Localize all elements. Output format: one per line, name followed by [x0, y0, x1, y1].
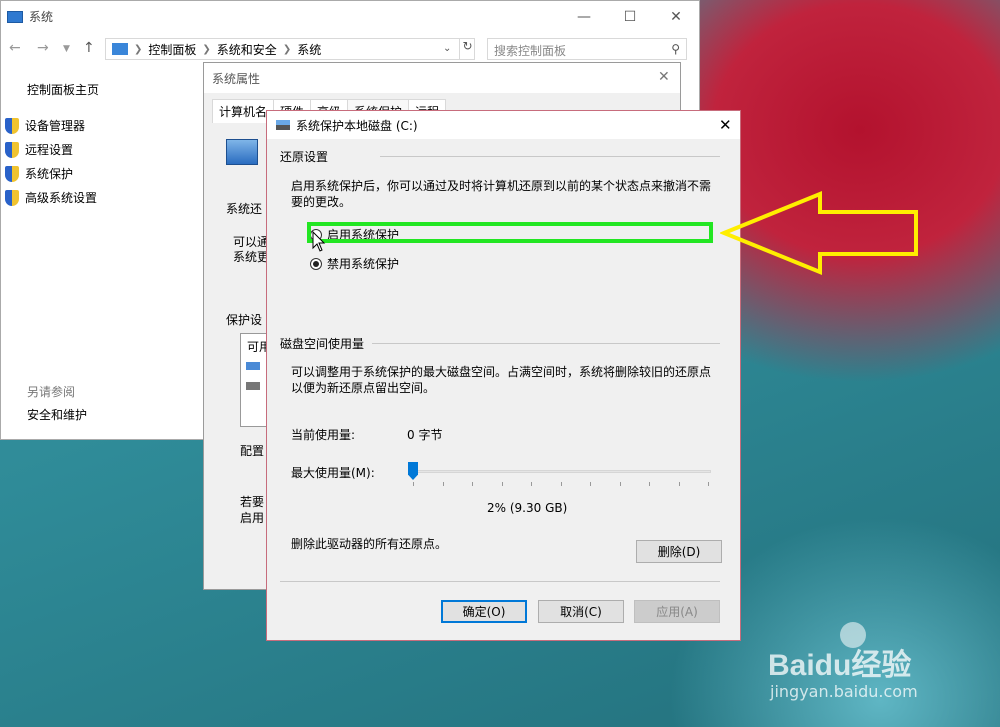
baidu-watermark: Baidu经验 jingyan.baidu.com	[768, 622, 968, 702]
current-usage-value: 0 字节	[407, 428, 443, 442]
restore-settings-heading: 还原设置	[280, 148, 328, 165]
breadcrumb-control-panel[interactable]: 控制面板	[148, 41, 196, 58]
slider-tick	[413, 482, 414, 486]
minimize-button[interactable]: —	[561, 1, 607, 32]
breadcrumb-system-security[interactable]: 系统和安全	[217, 41, 277, 58]
see-also-heading: 另请参阅	[27, 385, 76, 399]
partial-text: 系统还	[226, 202, 263, 216]
max-usage-slider[interactable]	[413, 470, 711, 473]
slider-tick	[708, 482, 709, 486]
search-icon: ⚲	[671, 42, 680, 56]
drive-icon	[246, 382, 260, 390]
back-icon[interactable]: ←	[9, 40, 21, 56]
slider-tick	[501, 482, 503, 486]
nav-system-protection[interactable]: 系统保护	[5, 165, 73, 182]
computer-icon	[7, 10, 23, 23]
nav-security-maintenance[interactable]: 安全和维护	[27, 406, 87, 423]
partial-text: 启用	[240, 511, 265, 525]
disk-usage-heading: 磁盘空间使用量	[280, 335, 364, 352]
ok-button[interactable]: 确定(O)	[441, 600, 527, 623]
breadcrumb-system[interactable]: 系统	[297, 41, 321, 58]
slider-tick	[590, 482, 591, 486]
drive-icon	[276, 120, 290, 130]
radio-disable[interactable]	[310, 257, 322, 270]
slider-tick	[649, 482, 650, 486]
current-usage-label: 当前使用量:	[291, 428, 356, 442]
control-panel-icon	[112, 43, 128, 55]
properties-title: 系统属性	[212, 71, 261, 86]
slider-tick	[531, 482, 532, 486]
slider-tick	[678, 482, 680, 486]
partial-text: 配置	[240, 444, 265, 458]
option-label: 禁用系统保护	[327, 257, 400, 271]
shield-icon	[5, 117, 19, 134]
dialog-titlebar: 系统保护本地磁盘 (C:)	[267, 111, 740, 139]
properties-titlebar: 系统属性	[204, 63, 680, 93]
divider	[372, 343, 720, 344]
max-usage-label: 最大使用量(M):	[291, 466, 375, 480]
partial-text: 若要	[240, 495, 265, 509]
address-bar[interactable]: ❯ 控制面板 ❯ 系统和安全 ❯ 系统	[105, 38, 475, 60]
slider-tick	[442, 482, 444, 486]
close-button[interactable]: ✕	[653, 1, 699, 32]
disable-protection-option[interactable]: 禁用系统保护	[310, 255, 399, 272]
shield-icon	[5, 189, 19, 206]
slider-tick	[472, 482, 473, 486]
shield-icon	[5, 141, 19, 158]
chevron-right-icon: ❯	[282, 43, 292, 55]
mouse-cursor-icon	[312, 231, 326, 252]
forward-icon[interactable]: →	[37, 40, 49, 56]
nav-label: 系统保护	[25, 167, 74, 181]
divider	[280, 581, 720, 582]
dialog-title: 系统保护本地磁盘 (C:)	[296, 118, 418, 133]
refresh-icon[interactable]: ↻	[459, 39, 475, 59]
chevron-down-icon[interactable]: ▼	[63, 44, 70, 54]
chevron-right-icon: ❯	[202, 43, 211, 55]
delete-description: 删除此驱动器的所有还原点。	[291, 537, 448, 551]
watermark-brand: Baidu经验	[768, 649, 912, 682]
search-placeholder: 搜索控制面板	[494, 44, 567, 58]
watermark-url: jingyan.baidu.com	[770, 682, 918, 701]
address-dropdown-icon[interactable]: ⌄	[443, 43, 451, 54]
tab-computer-name[interactable]: 计算机名	[212, 99, 275, 123]
nav-label: 远程设置	[25, 143, 74, 157]
shield-icon	[5, 165, 19, 182]
maximize-button[interactable]: ☐	[607, 1, 653, 32]
slider-tick	[619, 482, 621, 486]
drive-icon	[246, 362, 260, 370]
window-title: 系统	[29, 10, 54, 24]
up-icon[interactable]: ↑	[83, 40, 95, 56]
nav-control-panel-home[interactable]: 控制面板主页	[27, 81, 99, 98]
properties-close-icon[interactable]: ✕	[658, 69, 670, 85]
nav-label: 高级系统设置	[25, 191, 98, 205]
disk-heading-text: 磁盘空间使用量	[280, 337, 365, 351]
disk-description: 可以调整用于系统保护的最大磁盘空间。占满空间时，系统将删除较旧的还原点以便为新还…	[291, 365, 712, 395]
protection-icon	[226, 139, 258, 165]
delete-button[interactable]: 删除(D)	[636, 540, 722, 563]
highlight-box	[307, 222, 713, 243]
partial-text: 系统更	[233, 250, 270, 264]
dialog-close-icon[interactable]: ✕	[719, 116, 732, 134]
annotation-arrow-icon	[720, 191, 918, 275]
restore-description: 启用系统保护后，你可以通过及时将计算机还原到以前的某个状态点来撤消不需要的更改。	[291, 179, 712, 209]
nav-remote-settings[interactable]: 远程设置	[5, 141, 73, 158]
nav-device-manager[interactable]: 设备管理器	[5, 117, 85, 134]
apply-button[interactable]: 应用(A)	[634, 600, 720, 623]
restore-heading-text: 还原设置	[280, 150, 329, 164]
cancel-button[interactable]: 取消(C)	[538, 600, 624, 623]
nav-label: 设备管理器	[25, 119, 86, 133]
search-input[interactable]: 搜索控制面板 ⚲	[487, 38, 687, 60]
slider-tick	[560, 482, 562, 486]
partial-text: 保护设	[226, 313, 263, 327]
nav-advanced-settings[interactable]: 高级系统设置	[5, 189, 97, 206]
chevron-right-icon: ❯	[134, 43, 143, 55]
divider	[380, 156, 720, 157]
max-usage-value: 2% (9.30 GB)	[487, 501, 568, 515]
address-row: ← → ▼ ↑ ❯ 控制面板 ❯ 系统和安全 ❯ 系统 ⌄ ↻ 搜索控制面板 ⚲	[1, 34, 701, 64]
